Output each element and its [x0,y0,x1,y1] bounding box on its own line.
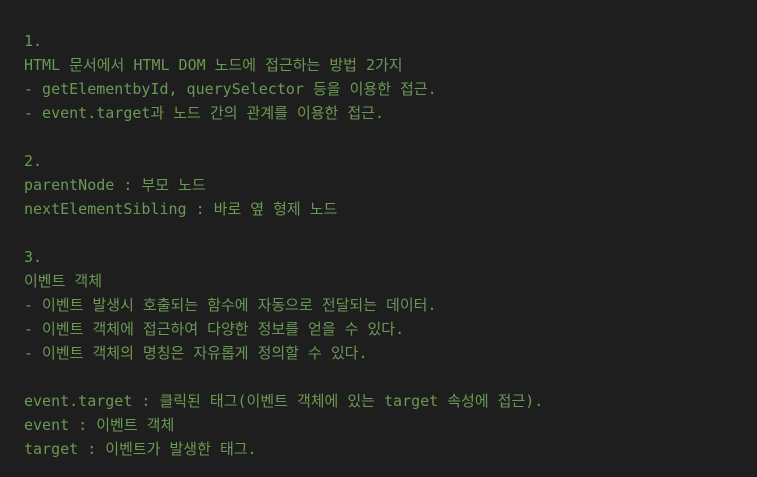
section-1-item-2: - event.target과 노드 간의 관계를 이용한 접근. [24,104,385,122]
event-definition: event : 이벤트 객체 [24,416,175,434]
target-definition: target : 이벤트가 발생한 태그. [24,440,257,458]
section-number-1: 1. [24,32,43,50]
section-number-3: 3. [24,248,43,266]
section-3-heading: 이벤트 객체 [24,272,103,290]
section-3-item-1: - 이벤트 발생시 호출되는 함수에 자동으로 전달되는 데이터. [24,296,437,314]
code-comment-block: 1. HTML 문서에서 HTML DOM 노드에 접근하는 방법 2가지 - … [0,0,757,477]
section-number-2: 2. [24,152,43,170]
section-2-next-sibling: nextElementSibling : 바로 옆 형제 노드 [24,200,338,218]
event-target-definition: event.target : 클릭된 태그(이벤트 객체에 있는 target … [24,392,544,410]
section-1-item-1: - getElementbyId, querySelector 등을 이용한 접… [24,80,437,98]
section-1-heading: HTML 문서에서 HTML DOM 노드에 접근하는 방법 2가지 [24,56,403,74]
section-2-parent-node: parentNode : 부모 노드 [24,176,206,194]
section-3-item-3: - 이벤트 객체의 명칭은 자유롭게 정의할 수 있다. [24,344,368,362]
section-3-item-2: - 이벤트 객체에 접근하여 다양한 정보를 얻을 수 있다. [24,320,405,338]
